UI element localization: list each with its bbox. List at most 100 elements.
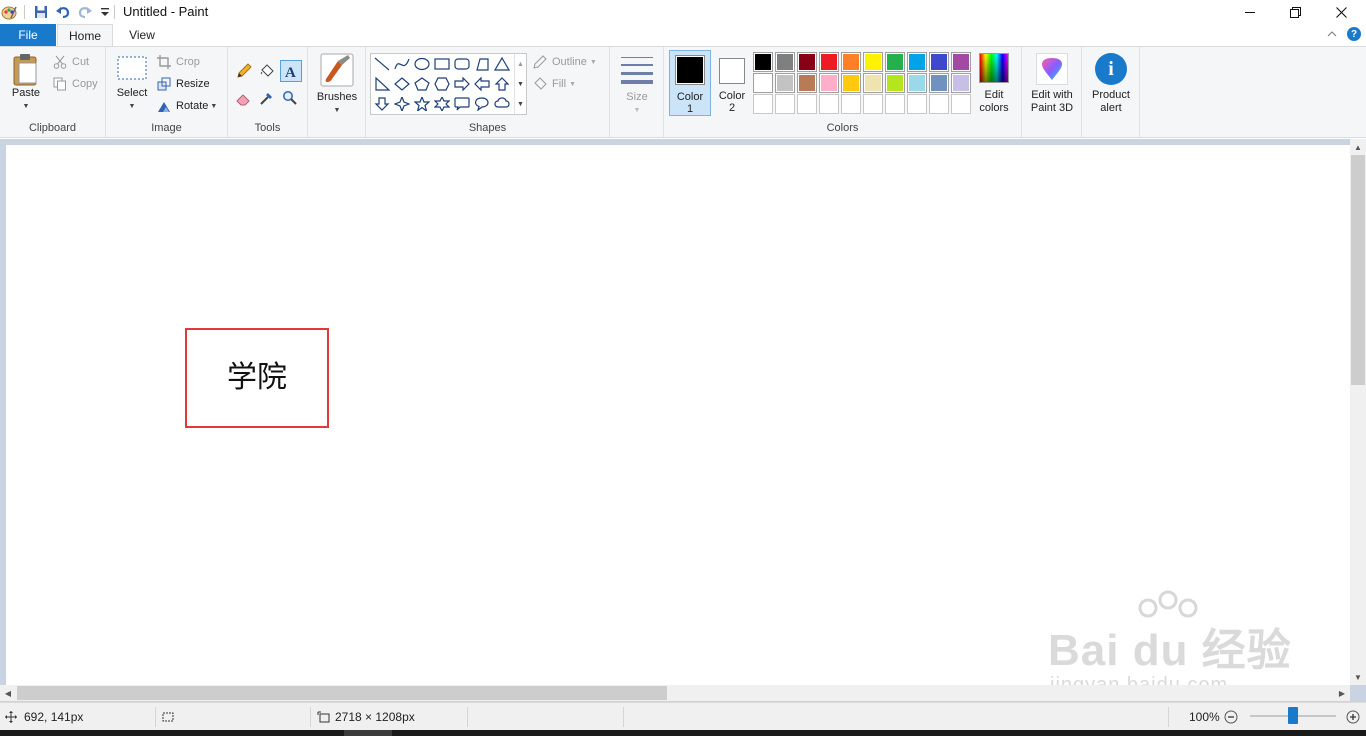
oval-shape-icon[interactable] bbox=[412, 54, 432, 74]
save-icon[interactable] bbox=[32, 3, 50, 21]
pencil-icon[interactable] bbox=[234, 61, 254, 81]
palette-swatch-empty[interactable] bbox=[841, 94, 861, 114]
up-arrow-shape-icon[interactable] bbox=[492, 74, 512, 94]
expand-gallery-icon[interactable]: ▼ bbox=[515, 94, 526, 114]
oval-callout-shape-icon[interactable] bbox=[472, 94, 492, 114]
chevron-up-icon[interactable]: ▲ bbox=[515, 54, 526, 74]
taskbar-active-item[interactable] bbox=[344, 730, 392, 736]
line-shape-icon[interactable] bbox=[372, 54, 392, 74]
polygon-shape-icon[interactable] bbox=[472, 54, 492, 74]
right-triangle-shape-icon[interactable] bbox=[372, 74, 392, 94]
color1-button[interactable]: Color 1 bbox=[669, 50, 711, 116]
palette-swatch-empty[interactable] bbox=[753, 94, 773, 114]
palette-swatch[interactable] bbox=[885, 73, 905, 93]
palette-swatch[interactable] bbox=[753, 73, 773, 93]
product-alert-button[interactable]: i Product alert bbox=[1084, 53, 1138, 115]
palette-swatch[interactable] bbox=[841, 52, 861, 72]
six-point-star-shape-icon[interactable] bbox=[432, 94, 452, 114]
palette-swatch-empty[interactable] bbox=[819, 94, 839, 114]
palette-swatch[interactable] bbox=[929, 52, 949, 72]
palette-swatch[interactable] bbox=[841, 73, 861, 93]
crop-button[interactable]: Crop bbox=[156, 53, 200, 71]
size-button[interactable]: Size ▼ bbox=[618, 55, 656, 117]
palette-swatch[interactable] bbox=[753, 52, 773, 72]
palette-swatch[interactable] bbox=[775, 52, 795, 72]
zoom-slider[interactable] bbox=[1250, 703, 1336, 731]
diamond-shape-icon[interactable] bbox=[392, 74, 412, 94]
chevron-up-icon[interactable] bbox=[1324, 26, 1340, 42]
right-arrow-shape-icon[interactable] bbox=[452, 74, 472, 94]
customize-quick-access-icon[interactable] bbox=[96, 3, 114, 21]
eraser-icon[interactable] bbox=[234, 88, 254, 108]
fill-button[interactable]: Fill ▼ bbox=[532, 75, 576, 93]
shapes-scroll[interactable]: ▲ ▼ ▼ bbox=[514, 54, 526, 114]
minimize-button[interactable] bbox=[1227, 0, 1273, 24]
copy-button[interactable]: Copy bbox=[52, 75, 98, 93]
pentagon-shape-icon[interactable] bbox=[412, 74, 432, 94]
palette-swatch[interactable] bbox=[819, 52, 839, 72]
paste-button[interactable]: Paste ▼ bbox=[6, 53, 46, 113]
zoom-out-button[interactable] bbox=[1224, 703, 1238, 731]
zoom-slider-thumb[interactable] bbox=[1288, 707, 1298, 724]
palette-swatch[interactable] bbox=[951, 52, 971, 72]
magnifier-icon[interactable] bbox=[280, 88, 300, 108]
palette-swatch[interactable] bbox=[885, 52, 905, 72]
palette-swatch-empty[interactable] bbox=[907, 94, 927, 114]
rotate-button[interactable]: Rotate ▼ bbox=[156, 97, 217, 115]
rounded-callout-shape-icon[interactable] bbox=[452, 94, 472, 114]
palette-swatch[interactable] bbox=[907, 73, 927, 93]
rectangle-shape-icon[interactable] bbox=[432, 54, 452, 74]
palette-swatch[interactable] bbox=[797, 52, 817, 72]
four-point-star-shape-icon[interactable] bbox=[392, 94, 412, 114]
zoom-in-button[interactable] bbox=[1346, 703, 1360, 731]
rounded-rectangle-shape-icon[interactable] bbox=[452, 54, 472, 74]
select-button[interactable]: Select ▼ bbox=[112, 55, 152, 113]
restore-button[interactable] bbox=[1272, 0, 1318, 24]
brushes-button[interactable]: Brushes ▼ bbox=[314, 53, 360, 117]
scroll-right-icon[interactable]: ▶ bbox=[1334, 685, 1350, 701]
cut-button[interactable]: Cut bbox=[52, 53, 89, 71]
horizontal-scrollbar-thumb[interactable] bbox=[17, 686, 667, 700]
color2-button[interactable]: Color 2 bbox=[713, 50, 751, 116]
palette-swatch[interactable] bbox=[863, 73, 883, 93]
chevron-down-icon[interactable]: ▼ bbox=[515, 74, 526, 94]
palette-swatch[interactable] bbox=[929, 73, 949, 93]
palette-swatch-empty[interactable] bbox=[775, 94, 795, 114]
palette-swatch-empty[interactable] bbox=[951, 94, 971, 114]
close-button[interactable] bbox=[1318, 0, 1364, 24]
paint-app-icon[interactable] bbox=[0, 3, 18, 21]
scroll-left-icon[interactable]: ◀ bbox=[0, 685, 16, 701]
edit-colors-button[interactable]: Edit colors bbox=[973, 53, 1015, 115]
palette-swatch[interactable] bbox=[863, 52, 883, 72]
scroll-up-icon[interactable]: ▲ bbox=[1350, 139, 1366, 155]
curve-shape-icon[interactable] bbox=[392, 54, 412, 74]
tab-home[interactable]: Home bbox=[57, 24, 113, 47]
five-point-star-shape-icon[interactable] bbox=[412, 94, 432, 114]
undo-icon[interactable] bbox=[54, 3, 72, 21]
triangle-shape-icon[interactable] bbox=[492, 54, 512, 74]
fill-bucket-icon[interactable] bbox=[257, 61, 277, 81]
palette-swatch[interactable] bbox=[819, 73, 839, 93]
tab-file[interactable]: File bbox=[0, 24, 56, 46]
color-picker-icon[interactable] bbox=[257, 88, 277, 108]
redo-icon[interactable] bbox=[76, 3, 94, 21]
left-arrow-shape-icon[interactable] bbox=[472, 74, 492, 94]
edit-with-paint3d-button[interactable]: Edit with Paint 3D bbox=[1024, 53, 1080, 115]
palette-swatch-empty[interactable] bbox=[797, 94, 817, 114]
palette-swatch[interactable] bbox=[797, 73, 817, 93]
down-arrow-shape-icon[interactable] bbox=[372, 94, 392, 114]
palette-swatch[interactable] bbox=[907, 52, 927, 72]
palette-swatch-empty[interactable] bbox=[863, 94, 883, 114]
cloud-callout-shape-icon[interactable] bbox=[492, 94, 512, 114]
scroll-down-icon[interactable]: ▼ bbox=[1350, 669, 1366, 685]
help-icon[interactable]: ? bbox=[1347, 27, 1361, 41]
vertical-scrollbar-thumb[interactable] bbox=[1351, 155, 1365, 385]
resize-button[interactable]: Resize bbox=[156, 75, 210, 93]
outline-button[interactable]: Outline ▼ bbox=[532, 53, 597, 71]
palette-swatch-empty[interactable] bbox=[929, 94, 949, 114]
tab-view[interactable]: View bbox=[114, 24, 170, 46]
palette-swatch-empty[interactable] bbox=[885, 94, 905, 114]
palette-swatch[interactable] bbox=[951, 73, 971, 93]
hexagon-shape-icon[interactable] bbox=[432, 74, 452, 94]
palette-swatch[interactable] bbox=[775, 73, 795, 93]
